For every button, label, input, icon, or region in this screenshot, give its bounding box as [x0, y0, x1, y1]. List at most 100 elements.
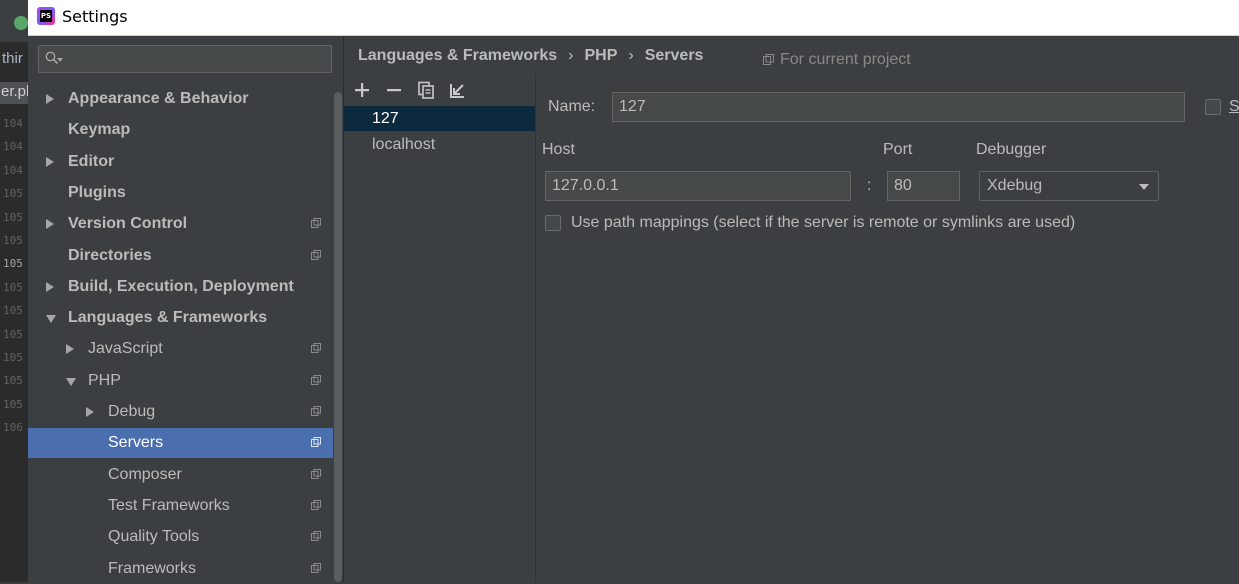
debugger-select[interactable]: Xdebug: [979, 171, 1159, 201]
sidebar-item[interactable]: Debug: [28, 397, 343, 427]
expand-right-arrow-icon[interactable]: [46, 157, 54, 167]
expand-down-arrow-icon[interactable]: [66, 378, 76, 386]
project-scope-icon: [311, 437, 321, 447]
sidebar-item[interactable]: Test Frameworks: [28, 491, 343, 521]
sidebar-item-label: Quality Tools: [108, 528, 200, 545]
sidebar-item[interactable]: Plugins: [28, 178, 343, 208]
name-field[interactable]: 127: [612, 92, 1185, 122]
expand-right-arrow-icon[interactable]: [46, 94, 54, 104]
sidebar-item-label: Composer: [108, 466, 182, 483]
sidebar-scrollbar[interactable]: [333, 84, 343, 582]
host-port-colon: :: [867, 177, 872, 194]
sidebar-item[interactable]: Servers: [28, 428, 343, 458]
line-number: 105: [3, 350, 23, 364]
host-field[interactable]: 127.0.0.1: [545, 171, 851, 201]
project-scope-icon: [311, 375, 321, 385]
sidebar-item[interactable]: Quality Tools: [28, 522, 343, 552]
sidebar-item[interactable]: PHP: [28, 366, 343, 396]
line-number: 105: [3, 327, 23, 341]
breadcrumb-separator: ›: [628, 47, 634, 64]
debug-bug-icon: [14, 16, 28, 30]
sidebar-item-label: Debug: [108, 403, 156, 420]
plus-icon[interactable]: [352, 80, 372, 100]
sidebar-item-label: Frameworks: [108, 560, 197, 577]
sidebar-item-label: Servers: [108, 434, 164, 451]
sidebar-scrollbar-thumb[interactable]: [334, 92, 342, 582]
sidebar-item[interactable]: Build, Execution, Deployment: [28, 272, 343, 302]
expand-right-arrow-icon[interactable]: [46, 219, 54, 229]
servers-toolbar: [344, 74, 535, 106]
project-scope-icon: [311, 250, 321, 260]
line-number: 105: [3, 210, 23, 224]
title-bar[interactable]: PS Settings: [28, 0, 1239, 36]
sidebar-item[interactable]: Directories: [28, 241, 343, 271]
sidebar-item-label: Test Frameworks: [108, 497, 230, 514]
sidebar-item-label: Directories: [68, 247, 152, 264]
settings-sidebar: Appearance & Behavior Keymap Editor Plugins…: [28, 36, 344, 582]
background-file-tab: er.pl: [0, 82, 28, 104]
expand-right-arrow-icon[interactable]: [66, 344, 74, 354]
sidebar-item[interactable]: JavaScript: [28, 334, 343, 364]
sidebar-item[interactable]: Version Control: [28, 209, 343, 239]
debugger-label: Debugger: [976, 141, 1047, 158]
copy-icon[interactable]: [416, 80, 436, 100]
line-number: 105: [3, 397, 23, 411]
sidebar-item-label: Editor: [68, 153, 115, 170]
breadcrumb: Languages & Frameworks › PHP › Servers: [358, 47, 703, 65]
server-list-item[interactable]: 127: [344, 106, 535, 131]
sidebar-item[interactable]: Frameworks: [28, 554, 343, 584]
project-scope-icon: [763, 54, 774, 65]
line-number: 105: [3, 374, 23, 388]
settings-search-input[interactable]: [38, 45, 332, 73]
sidebar-item[interactable]: Appearance & Behavior: [28, 84, 343, 114]
sidebar-item[interactable]: Languages & Frameworks: [28, 303, 343, 333]
name-label: Name:: [548, 98, 596, 115]
import-icon[interactable]: [448, 80, 468, 100]
path-mappings-checkbox[interactable]: [545, 215, 561, 231]
background-tab-text: thir: [2, 50, 23, 67]
port-field[interactable]: 80: [887, 171, 960, 201]
window-title: Settings: [62, 7, 128, 26]
sidebar-item[interactable]: Composer: [28, 460, 343, 490]
expand-down-arrow-icon[interactable]: [46, 315, 56, 323]
breadcrumb-item: Servers: [644, 47, 704, 64]
project-scope-note: For current project: [763, 51, 911, 69]
search-dropdown-caret-icon: [57, 58, 63, 62]
background-line-numbers: 104 104 104 105 105 105 105 105 105 105 …: [3, 112, 23, 439]
project-scope-icon: [311, 531, 321, 541]
shared-label: S: [1229, 98, 1239, 115]
line-number: 104: [3, 140, 23, 154]
expand-right-arrow-icon[interactable]: [46, 282, 54, 292]
sidebar-item[interactable]: Keymap: [28, 115, 343, 145]
servers-list-panel: 127 localhost: [344, 74, 536, 582]
sidebar-item-label: Build, Execution, Deployment: [68, 278, 294, 295]
line-number: 106: [3, 421, 23, 435]
sidebar-item[interactable]: Editor: [28, 147, 343, 177]
settings-window: PS Settings Appearance & Behavior Keymap E…: [28, 0, 1239, 582]
breadcrumb-item: PHP: [584, 47, 618, 64]
project-scope-icon: [311, 218, 321, 228]
project-scope-icon: [311, 469, 321, 479]
server-form: Name: 127 S Host Port Debugger 127.0.0.1…: [536, 74, 1239, 582]
path-mappings-label: Use path mappings (select if the server …: [571, 214, 1076, 231]
sidebar-item-label: Keymap: [68, 121, 131, 138]
minus-icon[interactable]: [384, 80, 404, 100]
line-number: 104: [3, 117, 23, 130]
project-scope-label: For current project: [780, 51, 911, 68]
sidebar-item-label: Languages & Frameworks: [68, 309, 268, 326]
line-number: 104: [3, 163, 23, 177]
breadcrumb-separator: ›: [568, 47, 574, 64]
expand-right-arrow-icon[interactable]: [86, 407, 94, 417]
background-ide: thir er.pl 104 104 104 105 105 105 105 1…: [0, 0, 28, 582]
chevron-down-icon: [1139, 184, 1149, 190]
phpstorm-app-icon: PS: [37, 7, 55, 25]
server-list-item[interactable]: localhost: [344, 132, 535, 157]
line-number: 105: [3, 233, 23, 247]
project-scope-icon: [311, 500, 321, 510]
project-scope-icon: [311, 563, 321, 573]
sidebar-item-label: Plugins: [68, 184, 126, 201]
shared-checkbox[interactable]: [1205, 99, 1221, 115]
breadcrumb-item: Languages & Frameworks: [358, 47, 558, 64]
line-number: 105: [3, 257, 23, 271]
debugger-select-value: Xdebug: [987, 177, 1043, 194]
